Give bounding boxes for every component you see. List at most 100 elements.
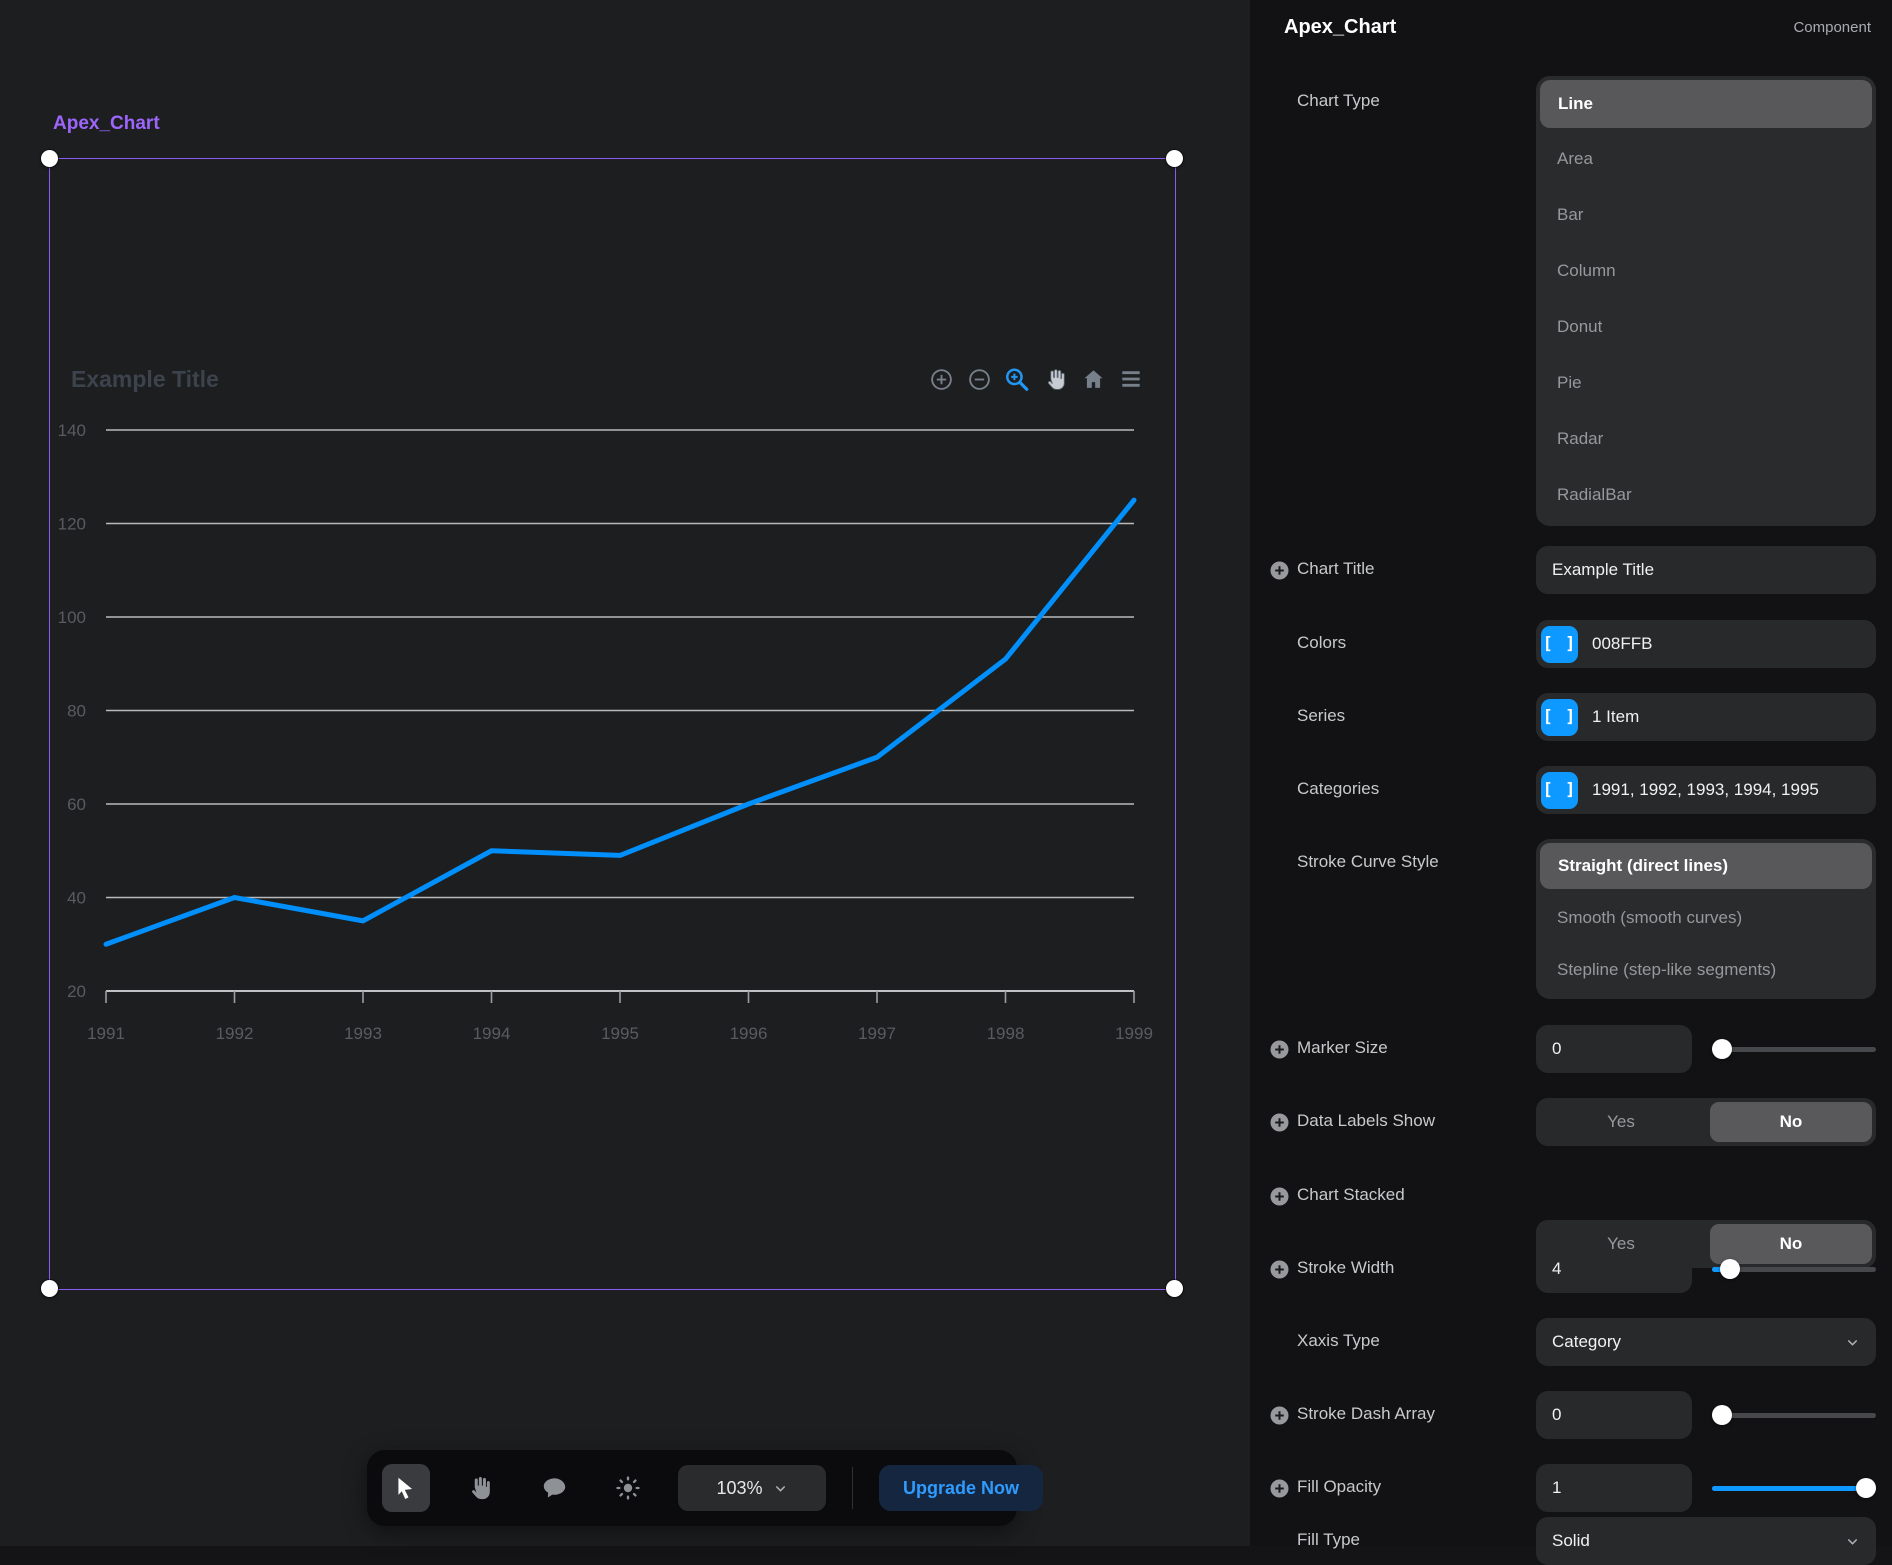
hand-icon [466, 1474, 494, 1502]
svg-text:1991: 1991 [87, 1024, 125, 1043]
data-labels-no[interactable]: No [1706, 1098, 1876, 1146]
editor-toolbar: 103% Upgrade Now [367, 1450, 1017, 1526]
zoom-out-icon[interactable] [966, 366, 992, 392]
svg-text:1993: 1993 [344, 1024, 382, 1043]
categories-input[interactable]: 1991, 1992, 1993, 1994, 1995 [1536, 766, 1876, 814]
chart-plot: 1401201008060402019911992199319941995199… [0, 0, 1250, 1546]
add-binding-icon[interactable] [1270, 1260, 1289, 1279]
add-binding-icon[interactable] [1270, 561, 1289, 580]
cursor-icon [393, 1475, 419, 1501]
marker-size-input[interactable]: 0 [1536, 1025, 1692, 1073]
marker-size-label: Marker Size [1297, 1038, 1388, 1058]
stroke-dash-input[interactable]: 0 [1536, 1391, 1692, 1439]
chart-type-option-column[interactable]: Column [1539, 243, 1873, 299]
panel-title: Apex_Chart [1284, 16, 1396, 39]
hand-tool-button[interactable] [456, 1464, 504, 1512]
brightness-sun-icon [614, 1474, 642, 1502]
selection-zoom-icon[interactable] [1004, 366, 1030, 392]
stroke-curve-label: Stroke Curve Style [1297, 852, 1439, 872]
stroke-curve-option-straight[interactable]: Straight (direct lines) [1540, 843, 1872, 889]
xaxis-type-label: Xaxis Type [1297, 1331, 1380, 1351]
series-input[interactable]: 1 Item [1536, 693, 1876, 741]
add-binding-icon[interactable] [1270, 1113, 1289, 1132]
home-icon[interactable] [1080, 366, 1106, 392]
chart-type-option-radar[interactable]: Radar [1539, 411, 1873, 467]
properties-panel: Apex_Chart Component Chart Type Line Are… [1250, 0, 1892, 1546]
chevron-down-icon [1845, 1335, 1860, 1350]
chart-stacked-yes[interactable]: Yes [1536, 1220, 1706, 1268]
data-labels-yes[interactable]: Yes [1536, 1098, 1706, 1146]
chart-type-option-radialbar[interactable]: RadialBar [1539, 467, 1873, 523]
stroke-curve-option-smooth[interactable]: Smooth (smooth curves) [1539, 892, 1873, 944]
colors-input[interactable]: 008FFB [1536, 620, 1876, 668]
add-binding-icon[interactable] [1270, 1187, 1289, 1206]
stroke-dash-slider[interactable] [1712, 1405, 1876, 1425]
svg-text:60: 60 [67, 795, 86, 814]
svg-text:120: 120 [58, 515, 86, 534]
selection-handle-bottom-left[interactable] [41, 1280, 58, 1297]
add-binding-icon[interactable] [1270, 1040, 1289, 1059]
chart-title-label: Chart Title [1297, 559, 1374, 579]
svg-text:1998: 1998 [987, 1024, 1025, 1043]
svg-text:1995: 1995 [601, 1024, 639, 1043]
chart-title: Example Title [71, 366, 219, 393]
selection-handle-bottom-right[interactable] [1166, 1280, 1183, 1297]
marker-size-value: 0 [1552, 1039, 1561, 1059]
data-labels-label: Data Labels Show [1297, 1111, 1435, 1131]
chart-type-option-pie[interactable]: Pie [1539, 355, 1873, 411]
svg-text:20: 20 [67, 982, 86, 1001]
add-binding-icon[interactable] [1270, 1479, 1289, 1498]
selection-handle-top-left[interactable] [41, 150, 58, 167]
selection-handle-top-right[interactable] [1166, 150, 1183, 167]
chart-type-option-donut[interactable]: Donut [1539, 299, 1873, 355]
fill-opacity-value: 1 [1552, 1478, 1561, 1498]
stroke-dash-label: Stroke Dash Array [1297, 1404, 1435, 1424]
fill-type-value: Solid [1552, 1531, 1590, 1551]
svg-text:1999: 1999 [1115, 1024, 1153, 1043]
chart-type-option-area[interactable]: Area [1539, 131, 1873, 187]
chevron-down-icon [773, 1481, 788, 1496]
chart-type-option-line[interactable]: Line [1540, 80, 1872, 128]
zoom-level-dropdown[interactable]: 103% [678, 1465, 826, 1511]
upgrade-now-button[interactable]: Upgrade Now [879, 1465, 1043, 1511]
svg-text:80: 80 [67, 702, 86, 721]
fill-opacity-slider[interactable] [1712, 1478, 1876, 1498]
data-labels-toggle[interactable]: Yes No [1536, 1098, 1876, 1146]
svg-text:140: 140 [58, 421, 86, 440]
svg-text:1994: 1994 [473, 1024, 511, 1043]
chart-stacked-no[interactable]: No [1706, 1220, 1876, 1268]
comment-icon [541, 1475, 568, 1502]
svg-text:1997: 1997 [858, 1024, 896, 1043]
add-binding-icon[interactable] [1270, 1406, 1289, 1425]
stroke-dash-value: 0 [1552, 1405, 1561, 1425]
fill-type-select[interactable]: Solid [1536, 1517, 1876, 1565]
cursor-tool-button[interactable] [382, 1464, 430, 1512]
xaxis-type-value: Category [1552, 1332, 1621, 1352]
comment-tool-button[interactable] [530, 1464, 578, 1512]
marker-size-slider[interactable] [1712, 1039, 1876, 1059]
design-canvas[interactable]: 1401201008060402019911992199319941995199… [0, 0, 1250, 1546]
stroke-curve-option-stepline[interactable]: Stepline (step-like segments) [1539, 944, 1873, 996]
brightness-tool-button[interactable] [604, 1464, 652, 1512]
toolbar-divider [852, 1467, 853, 1509]
chart-title-value: Example Title [1552, 560, 1654, 580]
colors-value: 008FFB [1592, 634, 1652, 654]
categories-value: 1991, 1992, 1993, 1994, 1995 [1592, 780, 1819, 800]
fill-opacity-input[interactable]: 1 [1536, 1464, 1692, 1512]
svg-text:1996: 1996 [730, 1024, 768, 1043]
selected-component-label[interactable]: Apex_Chart [53, 113, 160, 135]
stroke-width-label: Stroke Width [1297, 1258, 1394, 1278]
menu-icon[interactable] [1118, 366, 1144, 392]
series-value: 1 Item [1592, 707, 1639, 727]
chart-stacked-toggle[interactable]: Yes No [1536, 1220, 1876, 1268]
zoom-in-icon[interactable] [928, 366, 954, 392]
chart-title-input[interactable]: Example Title [1536, 546, 1876, 594]
xaxis-type-select[interactable]: Category [1536, 1318, 1876, 1366]
chart-type-option-bar[interactable]: Bar [1539, 187, 1873, 243]
fill-opacity-label: Fill Opacity [1297, 1477, 1381, 1497]
array-icon [1541, 772, 1578, 809]
component-badge: Component [1793, 19, 1871, 36]
pan-hand-icon[interactable] [1042, 366, 1068, 392]
svg-text:1992: 1992 [216, 1024, 254, 1043]
colors-label: Colors [1297, 633, 1346, 653]
